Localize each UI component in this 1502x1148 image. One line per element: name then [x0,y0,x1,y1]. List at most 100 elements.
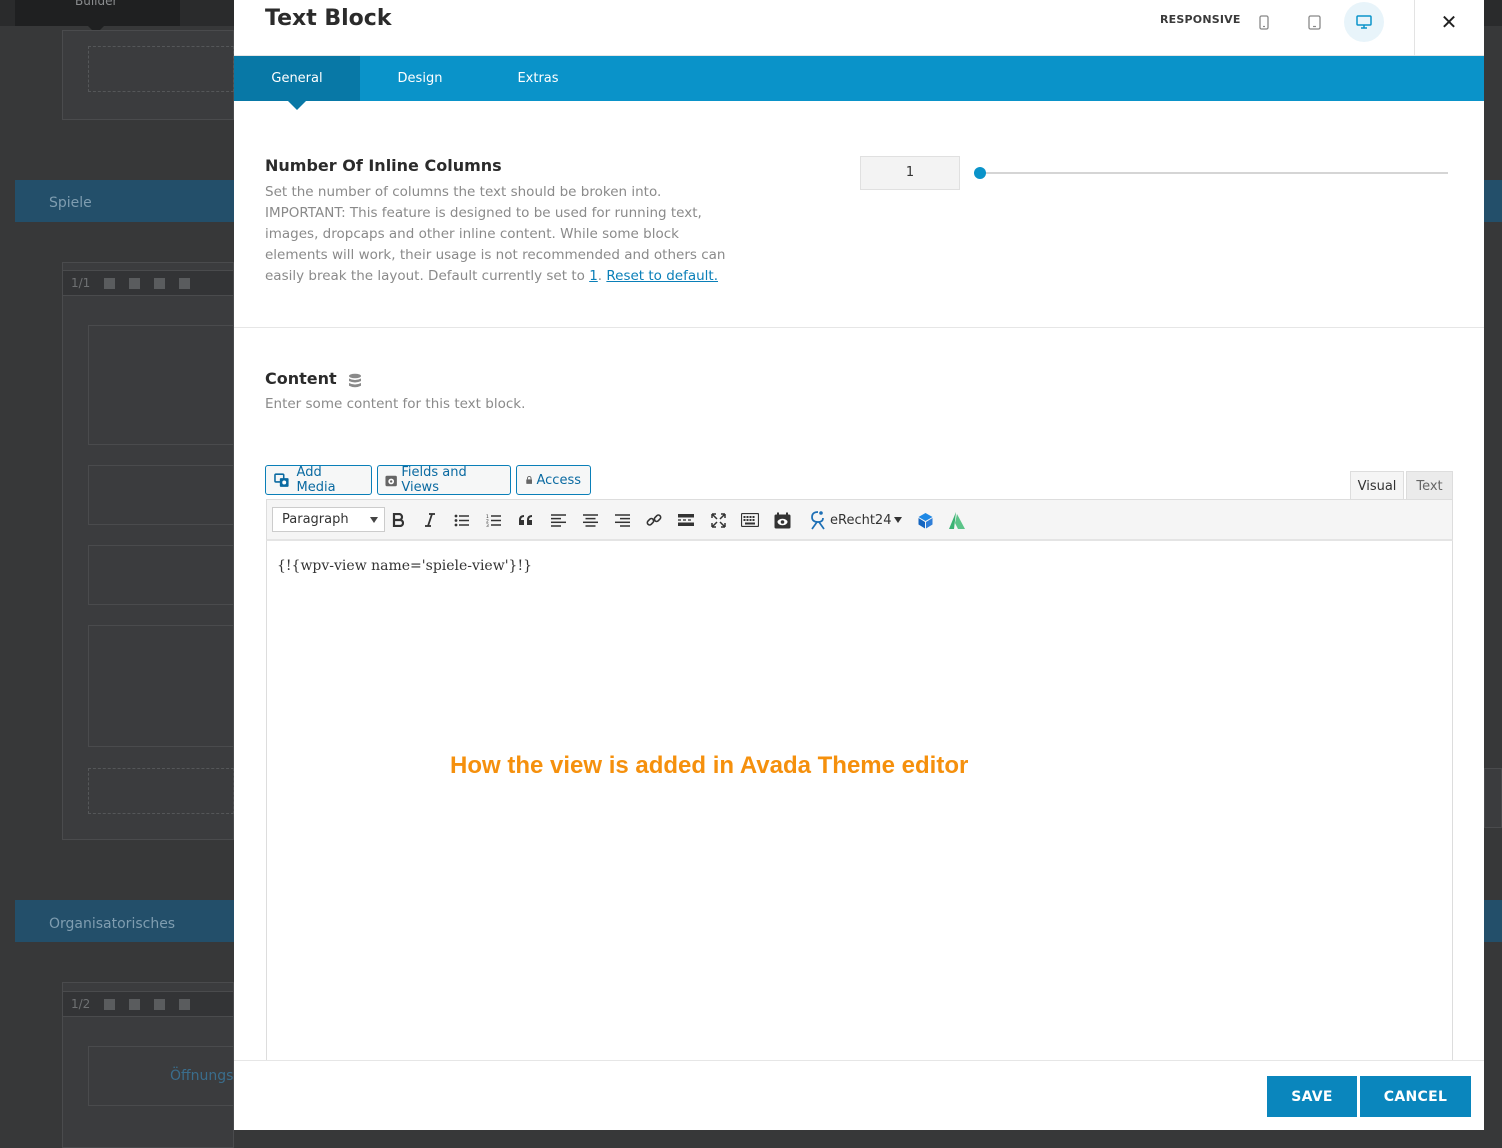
trash-icon[interactable] [179,998,191,1010]
numbered-list-button[interactable]: 123 [483,509,505,531]
clone-icon[interactable] [129,998,141,1010]
link-icon [646,514,662,526]
mobile-icon [1259,14,1269,30]
align-left-button[interactable] [547,509,569,531]
avada-logo-icon [949,511,965,529]
add-media-label: Add Media [296,465,336,495]
inline-columns-slider-track[interactable] [980,172,1448,174]
fields-and-views-label: Fields and Views [401,465,467,495]
align-center-button[interactable] [579,509,601,531]
tab-extras[interactable]: Extras [480,56,596,101]
cancel-button[interactable]: CANCEL [1360,1076,1471,1117]
modal-header: Text Block RESPONSIVE ✕ [234,0,1484,56]
insert-link-button[interactable] [643,509,665,531]
plugin-button-blue[interactable] [914,509,936,531]
cube-icon [918,512,932,528]
blockquote-icon [519,515,532,525]
builder-drop-zone[interactable] [88,768,234,814]
lock-icon [526,476,533,484]
builder-section-edge [1484,180,1502,222]
inline-columns-input[interactable]: 1 [860,156,960,190]
erecht24-label: eRecht24 [830,512,892,528]
save-icon[interactable] [154,998,166,1010]
section-label-organisatorisches: Organisatorisches [49,916,176,932]
column-size: 1/1 [71,276,91,290]
inline-columns-title: Number Of Inline Columns [265,156,502,175]
edit-icon[interactable] [104,998,116,1010]
save-icon[interactable] [154,277,166,289]
builder-link[interactable]: Öffnungs [170,1068,233,1084]
text-block-modal: Text Block RESPONSIVE ✕ General Design E… [234,0,1484,1130]
annotation-caption: How the view is added in Avada Theme edi… [450,752,969,779]
chevron-down-icon [370,517,378,523]
builder-section-edge [1484,768,1502,828]
inline-columns-slider-handle[interactable] [974,167,986,179]
desktop-icon [1356,15,1372,29]
modal-footer: SAVE CANCEL [234,1060,1484,1130]
italic-button[interactable] [419,509,441,531]
format-select-value: Paragraph [282,512,349,527]
tab-general[interactable]: General [234,56,360,110]
save-button[interactable]: SAVE [1267,1076,1357,1117]
editor-content-area[interactable]: {!{wpv-view name='spiele-view'}!} [266,541,1453,1060]
modal-tabs: General Design Extras [234,56,1484,110]
access-label: Access [536,472,581,488]
column-toolbar[interactable]: 1/2 [62,991,234,1017]
fullscreen-button[interactable] [707,509,729,531]
visual-tab[interactable]: Visual [1350,471,1404,500]
erecht24-dropdown[interactable]: eRecht24 [809,509,903,531]
desktop-preview-button[interactable] [1344,2,1384,42]
text-tab[interactable]: Text [1406,471,1453,500]
column-size: 1/2 [71,997,91,1011]
tab-design[interactable]: Design [360,56,480,101]
access-button[interactable]: Access [516,465,591,495]
section-label-spiele: Spiele [49,195,92,211]
column-toolbar[interactable]: 1/1 [62,270,234,296]
bullet-list-button[interactable] [451,509,473,531]
align-left-icon [550,513,566,527]
bold-icon [392,513,404,527]
svg-text:3: 3 [486,523,489,527]
close-button[interactable]: ✕ [1432,10,1466,34]
responsive-label: RESPONSIVE [1160,13,1241,26]
edit-icon[interactable] [104,277,116,289]
align-center-icon [582,513,598,527]
builder-element[interactable] [88,325,234,445]
reset-to-default-link[interactable]: Reset to default. [606,268,718,284]
plugin-button-green[interactable] [946,509,968,531]
editor-toolbar: Paragraph 123 eRecht24 [266,499,1453,541]
inline-columns-description: Set the number of columns the text shoul… [265,182,740,287]
section-divider [234,327,1484,328]
views-shortcode-button[interactable] [771,509,793,531]
fields-views-icon [385,475,397,486]
builder-element[interactable] [88,465,234,525]
bullet-list-icon [454,514,469,526]
builder-element[interactable] [88,545,234,605]
editor-text[interactable]: {!{wpv-view name='spiele-view'}!} [277,558,532,574]
database-icon[interactable] [348,373,362,389]
mobile-preview-button[interactable] [1244,2,1284,42]
trash-icon[interactable] [179,277,191,289]
toolbar-toggle-button[interactable] [739,509,761,531]
keyboard-icon [741,513,759,527]
align-right-icon [614,513,630,527]
clone-icon[interactable] [129,277,141,289]
default-value-link[interactable]: 1 [589,268,598,284]
add-media-button[interactable]: Add Media [265,465,372,495]
tablet-preview-button[interactable] [1294,2,1334,42]
fields-and-views-button[interactable]: Fields and Views [377,465,511,495]
content-description: Enter some content for this text block. [265,396,526,412]
align-right-button[interactable] [611,509,633,531]
erecht24-icon [811,511,825,530]
builder-drop-zone[interactable] [88,46,234,92]
caret-down-icon [894,517,903,523]
numbered-list-icon: 123 [486,514,501,527]
builder-label: Builder [75,0,118,8]
read-more-button[interactable] [675,509,697,531]
format-select[interactable]: Paragraph [272,507,385,532]
bold-button[interactable] [387,509,409,531]
builder-element[interactable] [88,625,234,747]
blockquote-button[interactable] [515,509,537,531]
modal-title: Text Block [265,6,392,31]
italic-icon [425,513,435,527]
